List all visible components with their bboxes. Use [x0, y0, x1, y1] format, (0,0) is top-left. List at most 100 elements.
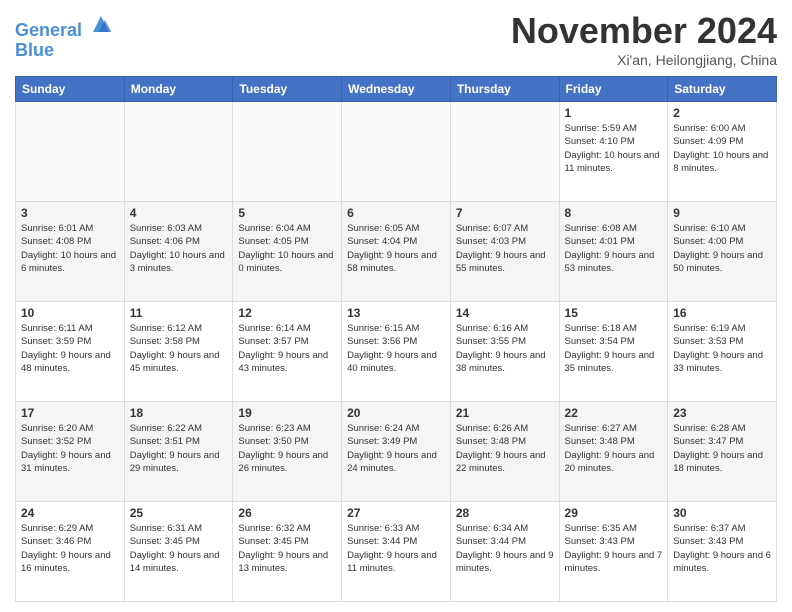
logo-line2: Blue — [15, 41, 113, 61]
day-number: 28 — [456, 506, 554, 520]
calendar-cell: 5 Sunrise: 6:04 AM Sunset: 4:05 PM Daylig… — [233, 202, 342, 302]
day-info: Sunrise: 6:24 AM Sunset: 3:49 PM Dayligh… — [347, 422, 445, 475]
day-number: 4 — [130, 206, 228, 220]
calendar-week-row: 1 Sunrise: 5:59 AM Sunset: 4:10 PM Daylig… — [16, 102, 777, 202]
day-number: 27 — [347, 506, 445, 520]
subtitle: Xi'an, Heilongjiang, China — [511, 52, 777, 68]
calendar-body: 1 Sunrise: 5:59 AM Sunset: 4:10 PM Daylig… — [16, 102, 777, 602]
day-number: 30 — [673, 506, 771, 520]
day-info: Sunrise: 6:00 AM Sunset: 4:09 PM Dayligh… — [673, 122, 771, 175]
calendar-cell: 2 Sunrise: 6:00 AM Sunset: 4:09 PM Daylig… — [668, 102, 777, 202]
calendar-cell: 15Sunrise: 6:18 AM Sunset: 3:54 PM Dayli… — [559, 302, 668, 402]
day-number: 2 — [673, 106, 771, 120]
calendar-cell: 30 Sunrise: 6:37 AM Sunset: 3:43 PM Dayli… — [668, 502, 777, 602]
day-number: 24 — [21, 506, 119, 520]
day-number: 12 — [238, 306, 336, 320]
calendar-cell: 16Sunrise: 6:19 AM Sunset: 3:53 PM Dayli… — [668, 302, 777, 402]
day-info: Sunrise: 6:27 AM Sunset: 3:48 PM Dayligh… — [565, 422, 663, 475]
calendar-cell: 17Sunrise: 6:20 AM Sunset: 3:52 PM Dayli… — [16, 402, 125, 502]
logo-text: General — [15, 14, 113, 41]
day-info: Sunrise: 6:18 AM Sunset: 3:54 PM Dayligh… — [565, 322, 663, 375]
calendar-cell: 11 Sunrise: 6:12 AM Sunset: 3:58 PM Dayli… — [124, 302, 233, 402]
day-info: Sunrise: 6:34 AM Sunset: 3:44 PM Dayligh… — [456, 522, 554, 575]
calendar-header-cell: Saturday — [668, 77, 777, 102]
day-number: 25 — [130, 506, 228, 520]
calendar-cell: 12Sunrise: 6:14 AM Sunset: 3:57 PM Dayli… — [233, 302, 342, 402]
calendar-cell: 9Sunrise: 6:10 AM Sunset: 4:00 PM Daylig… — [668, 202, 777, 302]
day-info: Sunrise: 6:15 AM Sunset: 3:56 PM Dayligh… — [347, 322, 445, 375]
calendar-cell: 6 Sunrise: 6:05 AM Sunset: 4:04 PM Daylig… — [342, 202, 451, 302]
day-number: 23 — [673, 406, 771, 420]
calendar-cell — [342, 102, 451, 202]
day-info: Sunrise: 6:32 AM Sunset: 3:45 PM Dayligh… — [238, 522, 336, 575]
day-info: Sunrise: 5:59 AM Sunset: 4:10 PM Dayligh… — [565, 122, 663, 175]
calendar-cell: 1 Sunrise: 5:59 AM Sunset: 4:10 PM Daylig… — [559, 102, 668, 202]
calendar-cell: 27 Sunrise: 6:33 AM Sunset: 3:44 PM Dayli… — [342, 502, 451, 602]
day-number: 17 — [21, 406, 119, 420]
calendar-cell — [124, 102, 233, 202]
day-number: 20 — [347, 406, 445, 420]
day-info: Sunrise: 6:05 AM Sunset: 4:04 PM Dayligh… — [347, 222, 445, 275]
calendar-cell — [16, 102, 125, 202]
calendar-header-cell: Sunday — [16, 77, 125, 102]
day-info: Sunrise: 6:33 AM Sunset: 3:44 PM Dayligh… — [347, 522, 445, 575]
day-number: 1 — [565, 106, 663, 120]
calendar-cell — [450, 102, 559, 202]
day-number: 26 — [238, 506, 336, 520]
day-info: Sunrise: 6:26 AM Sunset: 3:48 PM Dayligh… — [456, 422, 554, 475]
day-info: Sunrise: 6:07 AM Sunset: 4:03 PM Dayligh… — [456, 222, 554, 275]
calendar-header-cell: Friday — [559, 77, 668, 102]
day-number: 8 — [565, 206, 663, 220]
calendar-cell: 29 Sunrise: 6:35 AM Sunset: 3:43 PM Dayli… — [559, 502, 668, 602]
day-info: Sunrise: 6:04 AM Sunset: 4:05 PM Dayligh… — [238, 222, 336, 275]
calendar-cell: 21Sunrise: 6:26 AM Sunset: 3:48 PM Dayli… — [450, 402, 559, 502]
day-number: 5 — [238, 206, 336, 220]
logo: General Blue — [15, 14, 113, 61]
calendar-cell: 18 Sunrise: 6:22 AM Sunset: 3:51 PM Dayli… — [124, 402, 233, 502]
day-info: Sunrise: 6:16 AM Sunset: 3:55 PM Dayligh… — [456, 322, 554, 375]
calendar-cell: 28 Sunrise: 6:34 AM Sunset: 3:44 PM Dayli… — [450, 502, 559, 602]
day-number: 6 — [347, 206, 445, 220]
day-info: Sunrise: 6:03 AM Sunset: 4:06 PM Dayligh… — [130, 222, 228, 275]
day-number: 22 — [565, 406, 663, 420]
calendar-week-row: 3Sunrise: 6:01 AM Sunset: 4:08 PM Daylig… — [16, 202, 777, 302]
title-block: November 2024 Xi'an, Heilongjiang, China — [511, 10, 777, 68]
day-info: Sunrise: 6:35 AM Sunset: 3:43 PM Dayligh… — [565, 522, 663, 575]
calendar-cell: 13 Sunrise: 6:15 AM Sunset: 3:56 PM Dayli… — [342, 302, 451, 402]
day-number: 13 — [347, 306, 445, 320]
header: General Blue November 2024 Xi'an, Heilon… — [15, 10, 777, 68]
calendar-cell: 25 Sunrise: 6:31 AM Sunset: 3:45 PM Dayli… — [124, 502, 233, 602]
day-info: Sunrise: 6:23 AM Sunset: 3:50 PM Dayligh… — [238, 422, 336, 475]
day-info: Sunrise: 6:37 AM Sunset: 3:43 PM Dayligh… — [673, 522, 771, 575]
logo-line1: General — [15, 20, 82, 40]
calendar-header-cell: Tuesday — [233, 77, 342, 102]
day-info: Sunrise: 6:31 AM Sunset: 3:45 PM Dayligh… — [130, 522, 228, 575]
day-info: Sunrise: 6:29 AM Sunset: 3:46 PM Dayligh… — [21, 522, 119, 575]
calendar-cell: 8 Sunrise: 6:08 AM Sunset: 4:01 PM Daylig… — [559, 202, 668, 302]
calendar-cell: 23Sunrise: 6:28 AM Sunset: 3:47 PM Dayli… — [668, 402, 777, 502]
logo-icon — [89, 12, 113, 36]
calendar-cell: 10 Sunrise: 6:11 AM Sunset: 3:59 PM Dayli… — [16, 302, 125, 402]
calendar-table: SundayMondayTuesdayWednesdayThursdayFrid… — [15, 76, 777, 602]
day-info: Sunrise: 6:01 AM Sunset: 4:08 PM Dayligh… — [21, 222, 119, 275]
day-info: Sunrise: 6:12 AM Sunset: 3:58 PM Dayligh… — [130, 322, 228, 375]
calendar-cell: 19Sunrise: 6:23 AM Sunset: 3:50 PM Dayli… — [233, 402, 342, 502]
day-info: Sunrise: 6:10 AM Sunset: 4:00 PM Dayligh… — [673, 222, 771, 275]
day-number: 18 — [130, 406, 228, 420]
calendar-week-row: 17Sunrise: 6:20 AM Sunset: 3:52 PM Dayli… — [16, 402, 777, 502]
day-number: 7 — [456, 206, 554, 220]
day-info: Sunrise: 6:11 AM Sunset: 3:59 PM Dayligh… — [21, 322, 119, 375]
calendar-cell — [233, 102, 342, 202]
day-number: 11 — [130, 306, 228, 320]
calendar-cell: 20 Sunrise: 6:24 AM Sunset: 3:49 PM Dayli… — [342, 402, 451, 502]
day-number: 29 — [565, 506, 663, 520]
day-info: Sunrise: 6:22 AM Sunset: 3:51 PM Dayligh… — [130, 422, 228, 475]
calendar-cell: 3Sunrise: 6:01 AM Sunset: 4:08 PM Daylig… — [16, 202, 125, 302]
day-number: 10 — [21, 306, 119, 320]
day-number: 14 — [456, 306, 554, 320]
calendar-cell: 24 Sunrise: 6:29 AM Sunset: 3:46 PM Dayli… — [16, 502, 125, 602]
day-info: Sunrise: 6:19 AM Sunset: 3:53 PM Dayligh… — [673, 322, 771, 375]
calendar-cell: 14 Sunrise: 6:16 AM Sunset: 3:55 PM Dayli… — [450, 302, 559, 402]
day-info: Sunrise: 6:08 AM Sunset: 4:01 PM Dayligh… — [565, 222, 663, 275]
calendar-cell: 7 Sunrise: 6:07 AM Sunset: 4:03 PM Daylig… — [450, 202, 559, 302]
